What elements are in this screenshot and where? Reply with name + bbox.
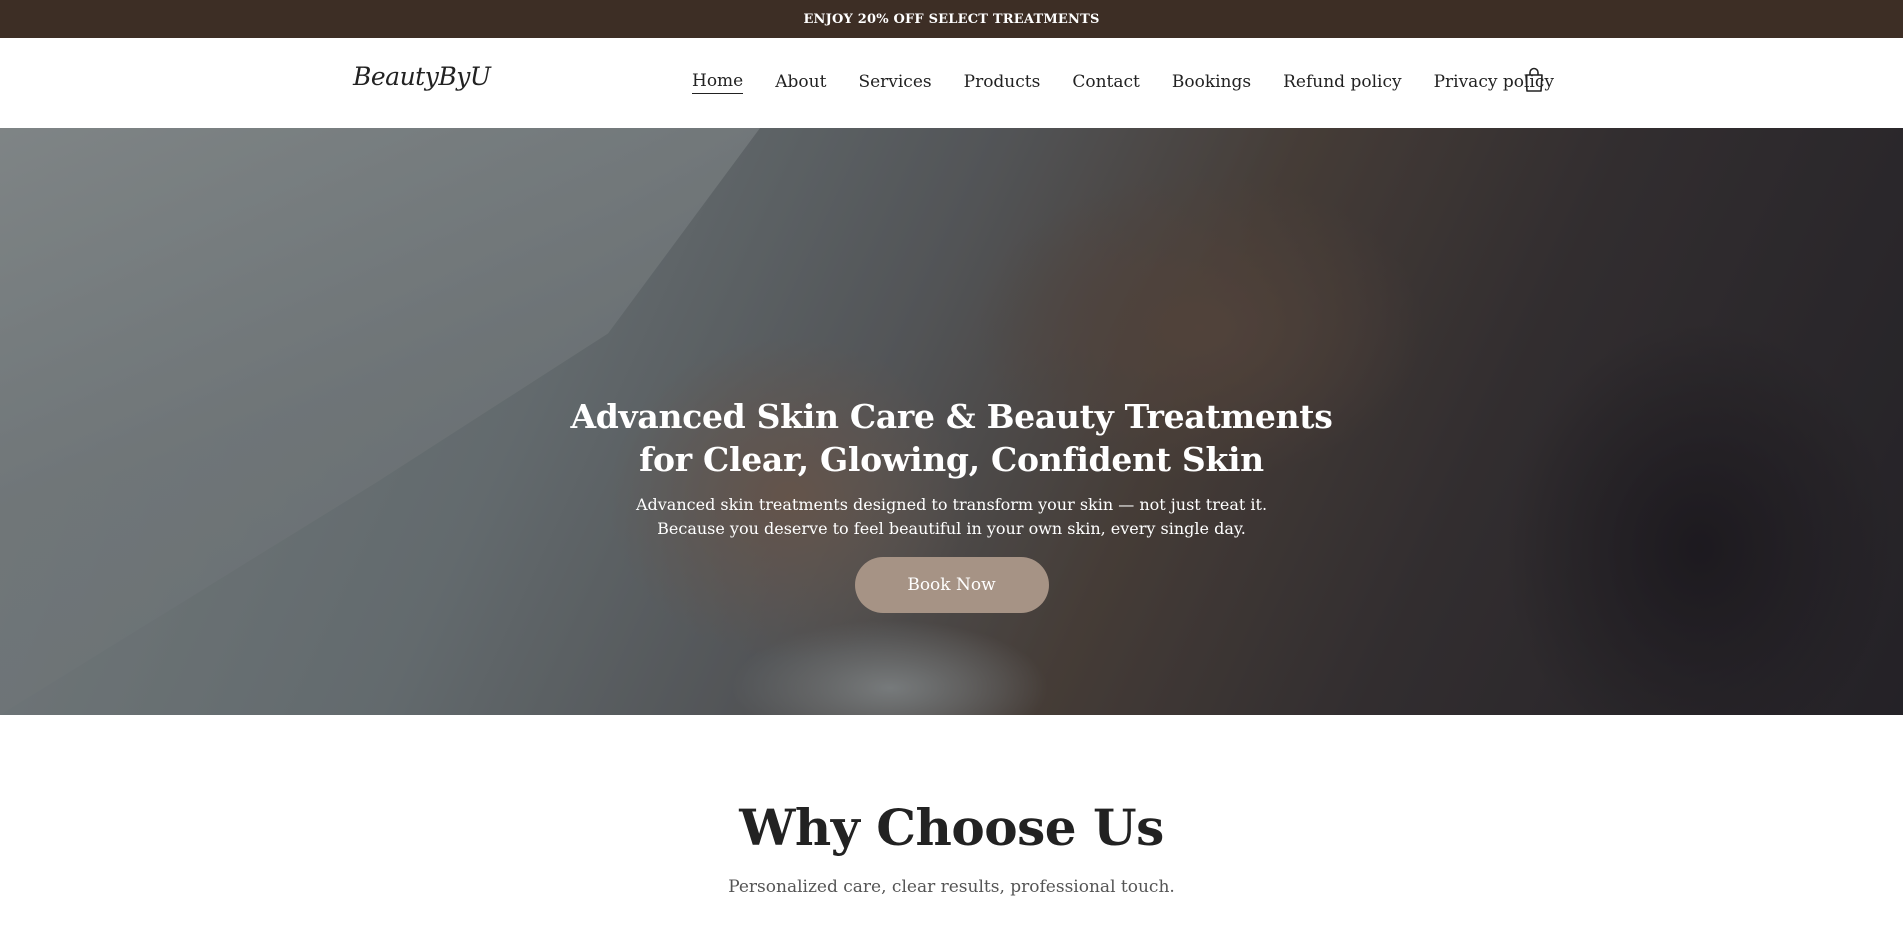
section-title: Why Choose Us <box>739 798 1164 857</box>
hero-content: Advanced Skin Care & Beauty Treatments f… <box>0 395 1903 613</box>
main-nav: Home About Services Products Contact Boo… <box>692 71 1554 94</box>
hero-section: Advanced Skin Care & Beauty Treatments f… <box>0 128 1903 715</box>
shopping-bag-icon[interactable] <box>1522 67 1546 93</box>
nav-item-about[interactable]: About <box>775 72 826 94</box>
site-header: BeautyByU Home About Services Products C… <box>0 38 1903 128</box>
section-subtitle: Personalized care, clear results, profes… <box>728 877 1175 897</box>
why-choose-us-section: Why Choose Us Personalized care, clear r… <box>0 715 1903 897</box>
nav-item-services[interactable]: Services <box>858 72 931 94</box>
nav-item-products[interactable]: Products <box>964 72 1041 94</box>
hero-title: Advanced Skin Care & Beauty Treatments f… <box>570 397 1333 479</box>
logo[interactable]: BeautyByU <box>353 62 491 91</box>
book-now-button[interactable]: Book Now <box>854 557 1049 613</box>
nav-item-bookings[interactable]: Bookings <box>1172 72 1251 94</box>
announcement-text: ENJOY 20% OFF SELECT TREATMENTS <box>803 11 1100 27</box>
nav-item-home[interactable]: Home <box>692 71 744 94</box>
announcement-bar: ENJOY 20% OFF SELECT TREATMENTS <box>0 0 1903 38</box>
nav-item-contact[interactable]: Contact <box>1072 72 1140 94</box>
hero-subtitle: Advanced skin treatments designed to tra… <box>635 495 1268 538</box>
nav-item-refund-policy[interactable]: Refund policy <box>1283 72 1401 94</box>
